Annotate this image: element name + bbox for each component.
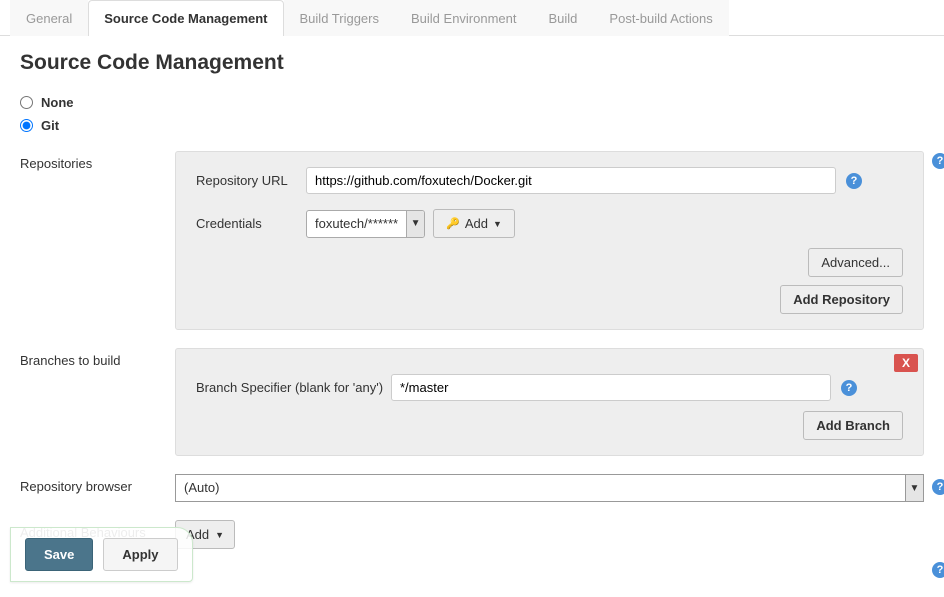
credentials-label: Credentials bbox=[196, 216, 306, 231]
tab-build[interactable]: Build bbox=[533, 0, 594, 36]
add-repository-button[interactable]: Add Repository bbox=[780, 285, 903, 314]
advanced-button[interactable]: Advanced... bbox=[808, 248, 903, 277]
credentials-select[interactable]: foxutech/****** ▼ bbox=[306, 210, 425, 238]
add-credentials-button[interactable]: 🔑 Add ▼ bbox=[433, 209, 515, 238]
tab-build-environment[interactable]: Build Environment bbox=[395, 0, 533, 36]
help-icon[interactable]: ? bbox=[932, 153, 944, 169]
repo-browser-select[interactable]: (Auto) ▼ bbox=[175, 474, 924, 502]
scm-git-radio[interactable] bbox=[20, 119, 33, 132]
tab-build-triggers[interactable]: Build Triggers bbox=[284, 0, 395, 36]
repositories-label: Repositories bbox=[20, 151, 175, 330]
repo-browser-label: Repository browser bbox=[20, 474, 175, 502]
repo-url-input[interactable] bbox=[306, 167, 836, 194]
repo-url-label: Repository URL bbox=[196, 173, 306, 188]
key-icon: 🔑 bbox=[446, 217, 460, 230]
branch-specifier-label: Branch Specifier (blank for 'any') bbox=[196, 380, 391, 395]
chevron-down-icon: ▼ bbox=[406, 211, 424, 237]
config-tabs: General Source Code Management Build Tri… bbox=[0, 0, 944, 36]
help-icon[interactable]: ? bbox=[846, 173, 862, 189]
chevron-down-icon: ▼ bbox=[215, 530, 224, 540]
chevron-down-icon: ▼ bbox=[905, 475, 923, 501]
scm-none-radio[interactable] bbox=[20, 96, 33, 109]
help-icon[interactable]: ? bbox=[932, 479, 944, 495]
tab-general[interactable]: General bbox=[10, 0, 88, 36]
branches-label: Branches to build bbox=[20, 348, 175, 456]
apply-button[interactable]: Apply bbox=[103, 538, 177, 571]
save-button[interactable]: Save bbox=[25, 538, 93, 571]
scm-git-label: Git bbox=[41, 118, 59, 133]
delete-branch-button[interactable]: X bbox=[894, 354, 918, 372]
tab-post-build[interactable]: Post-build Actions bbox=[593, 0, 728, 36]
tab-scm[interactable]: Source Code Management bbox=[88, 0, 283, 36]
chevron-down-icon: ▼ bbox=[493, 219, 502, 229]
scm-none-label: None bbox=[41, 95, 74, 110]
branch-specifier-input[interactable] bbox=[391, 374, 831, 401]
action-bar: Save Apply bbox=[10, 527, 193, 582]
help-icon[interactable]: ? bbox=[932, 562, 944, 578]
branches-panel: X Branch Specifier (blank for 'any') ? A… bbox=[175, 348, 924, 456]
page-title: Source Code Management bbox=[20, 51, 924, 75]
repositories-panel: Repository URL ? Credentials foxutech/**… bbox=[175, 151, 924, 330]
help-icon[interactable]: ? bbox=[841, 380, 857, 396]
add-branch-button[interactable]: Add Branch bbox=[803, 411, 903, 440]
